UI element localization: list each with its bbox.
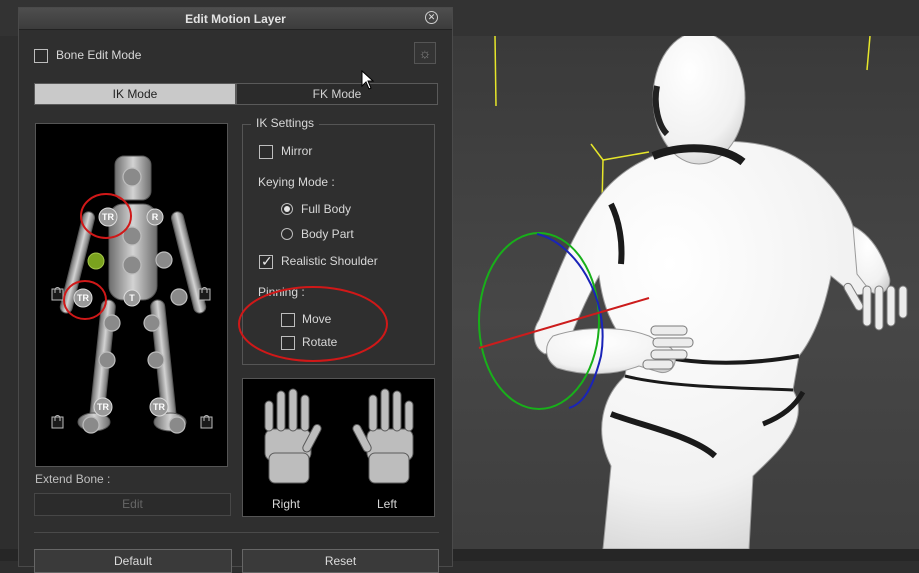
extend-bone-label: Extend Bone : — [35, 472, 111, 486]
hand-fingers-right — [843, 282, 908, 331]
joint-node — [122, 167, 142, 187]
close-icon[interactable]: ✕ — [425, 11, 438, 24]
ik-settings-title: IK Settings — [251, 116, 320, 130]
pinning-annotation — [238, 286, 388, 362]
hands-panel[interactable]: Right Left — [242, 378, 435, 517]
bone-line — [866, 36, 871, 71]
marker-t-hip: T — [129, 293, 135, 303]
marker-r-shoulder: R — [152, 212, 159, 222]
hands-figure — [264, 388, 414, 484]
bone-edit-mode-label: Bone Edit Mode — [56, 48, 142, 62]
joint-node — [82, 416, 100, 434]
body-part-label: Body Part — [301, 227, 354, 241]
divider — [34, 532, 439, 533]
viewport-scene — [478, 36, 908, 549]
annotation-circle — [238, 286, 388, 362]
joint-node — [103, 314, 121, 332]
lock-icon — [198, 287, 211, 301]
body-part-radio[interactable] — [281, 228, 293, 240]
bone-line — [494, 36, 497, 107]
dialog-title: Edit Motion Layer — [185, 12, 286, 26]
edit-motion-layer-dialog: Edit Motion Layer ✕ Bone Edit Mode ☼ IK … — [18, 7, 453, 573]
mirror-label: Mirror — [281, 144, 313, 158]
lock-icon — [51, 287, 64, 301]
body-map-panel[interactable]: TR R TR T TR TR — [35, 123, 228, 467]
bone-line — [590, 143, 650, 161]
reset-button[interactable]: Reset — [242, 549, 439, 573]
gear-icon[interactable]: ☼ — [414, 42, 436, 64]
character-mannequin — [533, 36, 908, 549]
joint-node — [147, 351, 165, 369]
marker-tr-shoulder: TR — [102, 212, 114, 222]
default-button[interactable]: Default — [34, 549, 232, 573]
active-joint-node — [87, 252, 105, 270]
marker-tr-hand: TR — [77, 293, 89, 303]
left-hand-label: Left — [377, 497, 398, 511]
bone-edit-mode-checkbox[interactable] — [34, 49, 48, 63]
joint-node — [122, 255, 142, 275]
cursor-icon — [361, 70, 375, 90]
joint-node — [98, 351, 116, 369]
lock-icon — [200, 415, 213, 429]
joint-node — [170, 288, 188, 306]
keying-mode-label: Keying Mode : — [258, 175, 335, 189]
left-hand-icon — [352, 388, 414, 484]
dialog-titlebar[interactable]: Edit Motion Layer ✕ — [19, 8, 452, 30]
realistic-shoulder-checkbox[interactable] — [259, 253, 273, 270]
realistic-shoulder-label: Realistic Shoulder — [281, 254, 378, 268]
lock-icon — [51, 415, 64, 429]
joint-node — [168, 416, 186, 434]
marker-tr-foot-right: TR — [97, 402, 109, 412]
marker-tr-foot-left: TR — [153, 402, 165, 412]
3d-viewport[interactable] — [453, 36, 919, 549]
full-body-label: Full Body — [301, 202, 352, 216]
edit-button[interactable]: Edit — [34, 493, 231, 516]
tab-fk-mode[interactable]: FK Mode — [236, 83, 438, 105]
body-map-figure: TR R TR T TR TR — [51, 155, 213, 434]
full-body-radio[interactable] — [281, 203, 293, 215]
tab-ik-mode[interactable]: IK Mode — [34, 83, 236, 105]
joint-node — [155, 251, 173, 269]
right-hand-icon — [264, 388, 322, 484]
joint-node — [143, 314, 161, 332]
right-hand-label: Right — [272, 497, 301, 511]
mirror-checkbox[interactable] — [259, 145, 273, 159]
